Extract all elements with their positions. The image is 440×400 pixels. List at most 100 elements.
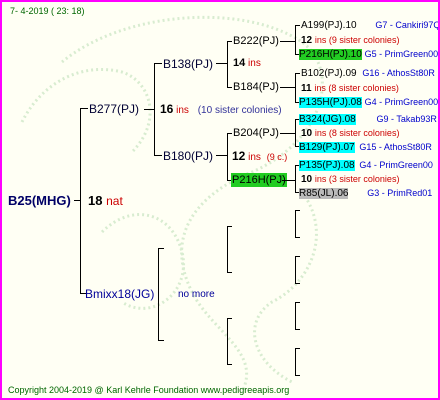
gen4-row7-num: 10 <box>301 174 313 185</box>
gen4-row3: B102(PJ).09 G16 - AthosSt80R <box>301 66 435 81</box>
gen2-mid-num: 12 <box>232 149 246 163</box>
gen2-mid-top-tick <box>227 133 232 134</box>
empty-bracket-1-top <box>227 226 232 227</box>
sire-summary: 16 ins (10 sister colonies) <box>160 102 282 118</box>
root-bracket <box>80 108 81 294</box>
gen4-row5-code: G9 - Takab93R <box>376 114 437 124</box>
empty-bracket-2-top <box>227 318 232 319</box>
gen4-row7-code: G4 - PrimGreen00 <box>359 160 433 170</box>
empty-bracket-5-bottom <box>295 329 300 330</box>
sire-note: (10 sister colonies) <box>197 105 282 116</box>
gen4-row7-summary: 10 ins (3 sister colonies) <box>301 172 399 187</box>
empty-bracket-3-top <box>295 210 300 211</box>
gen4-row8: R85(JL).06 G3 - PrimRed01 <box>299 186 432 201</box>
gen4-row5-name[interactable]: B324(JG).08 <box>299 114 356 125</box>
gen2-top-connector <box>216 63 227 64</box>
gen4-row6-name[interactable]: B129(PJ).07 <box>299 142 355 153</box>
gen4-row7-text: ins (3 sister colonies) <box>314 174 400 184</box>
gen4-row8-name[interactable]: R85(JL).06 <box>299 188 349 199</box>
gen3-d-name[interactable]: P216H(PJ) <box>231 173 287 187</box>
gen4-row7: P135(PJ).08 G4 - PrimGreen00 <box>299 158 433 173</box>
gen3-a-connector <box>280 41 295 42</box>
gen4-row3-num: 11 <box>301 83 312 94</box>
empty-bracket-4-top <box>295 256 300 257</box>
gen2-top-name[interactable]: B138(PJ) <box>163 57 213 71</box>
gen2-top-top-tick <box>227 41 232 42</box>
footer-copyright: Copyright 2004-2019 @ Karl Kehrle Founda… <box>8 385 290 395</box>
gen4-row4: P135H(PJ).08 G4 - PrimGreen00 <box>299 95 438 110</box>
gen4-row4-code: G4 - PrimGreen00 <box>364 97 439 107</box>
sire-bottom-tick <box>154 155 162 156</box>
empty-bracket-1-bottom <box>227 272 232 273</box>
gen4-row2: P216H(PJ).10 G5 - PrimGreen00 <box>299 47 438 62</box>
sire-name[interactable]: B277(PJ) <box>89 102 139 116</box>
gen4-row4-name[interactable]: P135H(PJ).08 <box>299 97 362 108</box>
empty-bracket-2-bottom <box>227 364 232 365</box>
gen3-b-connector <box>280 87 295 88</box>
gen3-d-bracket <box>295 165 296 192</box>
root-num: 18 <box>88 193 103 208</box>
dam-bracket <box>158 248 159 340</box>
gen4-row1-summary: 12 ins (9 sister colonies) <box>301 33 399 48</box>
gen3-c-bracket <box>295 119 296 146</box>
gen4-row2-name[interactable]: P216H(PJ).10 <box>299 49 362 60</box>
gen3-b-bracket <box>295 73 296 102</box>
dam-name[interactable]: Bmixx18(JG) <box>85 287 154 301</box>
empty-bracket-6-top <box>295 348 300 349</box>
gen2-mid-summary: 12 ins (9 c.) <box>232 149 287 165</box>
dam-bottom-tick <box>158 340 164 341</box>
dam-top-tick <box>158 248 164 249</box>
gen4-row8-code: G3 - PrimRed01 <box>367 188 433 198</box>
gen3-c-connector <box>280 133 295 134</box>
gen4-row3-text: ins (8 sister colonies) <box>314 83 399 93</box>
gen3-a-summary: 14 ins <box>233 56 261 71</box>
root-summary: 18 nat <box>88 193 123 209</box>
gen3-b-name[interactable]: B184(PJ) <box>233 80 279 94</box>
gen4-row2-code: G5 - PrimGreen00 <box>364 49 439 59</box>
root-top-tick <box>80 108 88 109</box>
gen3-a-top-tick <box>295 25 300 26</box>
gen3-d-connector <box>282 180 295 181</box>
gen4-row5-num: 10 <box>301 128 313 139</box>
gen3-a-bracket <box>295 25 296 54</box>
empty-bracket-6 <box>295 348 296 375</box>
gen2-mid-bracket <box>227 133 228 180</box>
gen4-row1-code: G7 - Cankiri97Q <box>375 20 440 30</box>
gen2-mid-note: (9 c.) <box>266 152 288 162</box>
gen4-row5-summary: 10 ins (8 sister colonies) <box>301 126 399 141</box>
gen4-row1: A199(PJ).10 G7 - Cankiri97Q <box>301 18 440 33</box>
empty-bracket-2 <box>227 318 228 364</box>
gen4-row1-name[interactable]: A199(PJ).10 <box>301 20 357 31</box>
gen2-mid-label: ins <box>248 152 261 163</box>
empty-bracket-1 <box>227 226 228 272</box>
sire-connector <box>144 109 154 110</box>
gen4-row3-code: G16 - AthosSt80R <box>362 68 435 78</box>
gen3-c-name[interactable]: B204(PJ) <box>233 126 279 140</box>
gen3-a-num: 14 <box>233 57 246 69</box>
gen2-top-bracket <box>227 41 228 87</box>
sire-top-tick <box>154 63 162 64</box>
root-bee-name[interactable]: B25(MHG) <box>8 194 71 208</box>
empty-bracket-6-bottom <box>295 375 300 376</box>
sire-bracket <box>154 63 155 155</box>
date-stamp: 7- 4-2019 ( 23: 18) <box>10 6 85 16</box>
gen4-row5-text: ins (8 sister colonies) <box>314 128 400 138</box>
empty-bracket-4-bottom <box>295 283 300 284</box>
root-connector <box>74 200 80 201</box>
gen4-row7-name[interactable]: P135(PJ).08 <box>299 160 355 171</box>
gen4-row6: B129(PJ).07 G15 - AthosSt80R <box>299 140 432 155</box>
dam-note: no more <box>178 289 215 300</box>
root-label: nat <box>106 194 123 208</box>
gen4-row1-num: 12 <box>301 35 313 46</box>
gen2-mid-name[interactable]: B180(PJ) <box>163 149 213 163</box>
gen2-mid-connector <box>216 155 227 156</box>
gen3-a-name[interactable]: B222(PJ) <box>233 34 279 48</box>
gen4-row6-code: G15 - AthosSt80R <box>359 142 432 152</box>
gen4-row1-text: ins (9 sister colonies) <box>314 35 400 45</box>
empty-bracket-3-bottom <box>295 237 300 238</box>
gen3-b-top-tick <box>295 73 300 74</box>
gen4-row5: B324(JG).08 G9 - Takab93R <box>299 112 437 127</box>
sire-num: 16 <box>160 102 174 116</box>
gen4-row3-name[interactable]: B102(PJ).09 <box>301 68 357 79</box>
gen3-a-label: ins <box>248 58 261 69</box>
